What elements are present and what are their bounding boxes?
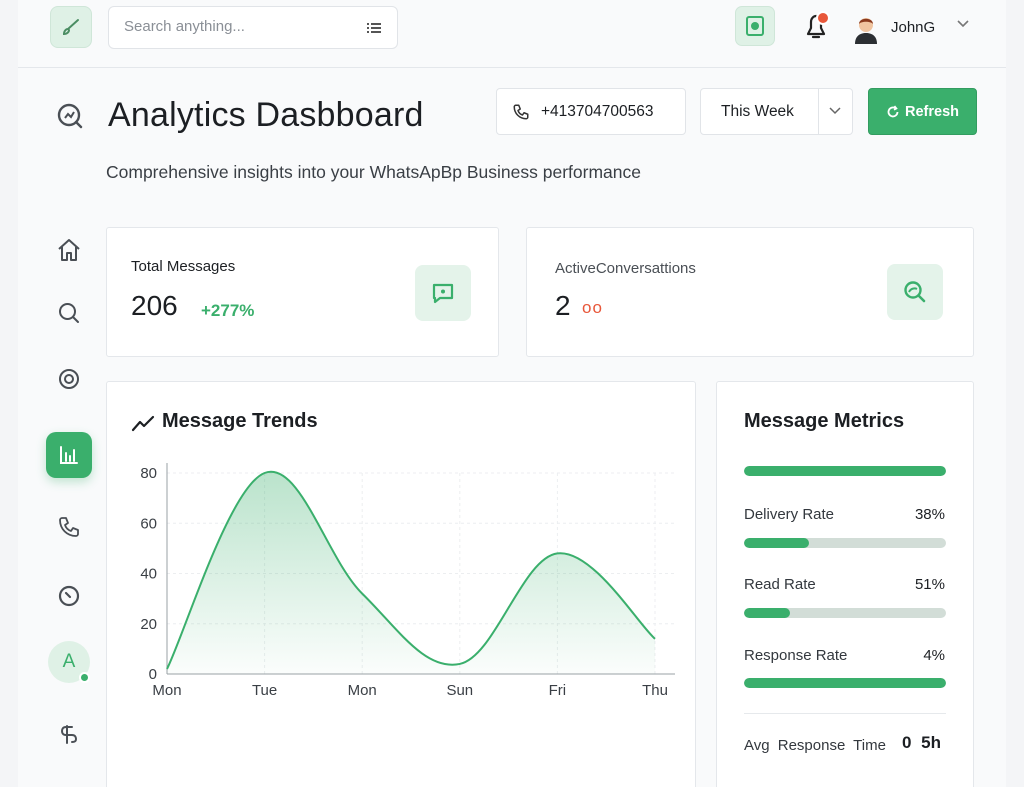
metric-label: Response Rate [744, 647, 848, 664]
chart-title: Message Trends [162, 410, 318, 432]
metrics-overview-fill [744, 466, 946, 476]
y-tick-label: 40 [140, 566, 157, 583]
clock-icon [58, 585, 80, 607]
sidebar-item-history[interactable] [46, 573, 92, 619]
sidebar-item-integrations[interactable] [46, 710, 92, 756]
phone-number-selector[interactable]: +413704700563 [496, 88, 686, 135]
delivery-rate-fill [744, 538, 809, 548]
total-messages-card: Total Messages 206 +277% [106, 227, 499, 357]
delivery-rate-bar [744, 538, 946, 548]
sidebar-item-search[interactable] [46, 290, 92, 336]
integrations-icon [60, 725, 78, 744]
sidebar-item-home[interactable] [46, 227, 92, 273]
refresh-label: Refresh [905, 103, 959, 120]
stat-indicator: oo [582, 298, 603, 317]
notification-badge [816, 11, 830, 25]
stat-value: 206 [131, 290, 178, 321]
conversation-icon-box [887, 264, 943, 320]
message-trends-chart: 0 20 40 60 80 Mon Tue Mon Sun Fri Thu [140, 463, 675, 699]
page-subtitle: Comprehensive insights into your WhatsAp… [106, 162, 641, 182]
chart-icon [60, 446, 78, 464]
search-bar[interactable] [108, 6, 398, 49]
chevron-down-icon[interactable] [829, 107, 841, 115]
page-title: Analytics Dasbboard [108, 96, 424, 134]
sidebar-item-analytics[interactable] [46, 432, 92, 478]
avg-response-label: Avg Response Time [744, 737, 886, 754]
response-rate-fill [744, 678, 946, 688]
avg-response-value: 0 5h [902, 733, 942, 752]
metric-value: 4% [923, 647, 945, 664]
metric-value: 38% [914, 506, 945, 523]
x-tick-label: Fri [549, 682, 567, 699]
home-icon [58, 239, 80, 261]
list-icon[interactable] [367, 22, 381, 34]
read-rate-fill [744, 608, 791, 618]
logo-button[interactable] [50, 6, 92, 48]
online-status-dot [79, 672, 90, 683]
y-tick-label: 60 [140, 515, 157, 532]
brush-icon [62, 19, 79, 36]
sidebar-item-calls[interactable] [46, 504, 92, 550]
stat-value: 2 [555, 290, 571, 321]
wallet-button[interactable] [735, 6, 775, 46]
refresh-button[interactable]: Refresh [868, 88, 977, 135]
y-tick-label: 0 [149, 666, 157, 683]
stat-change: +277% [201, 301, 255, 320]
conversation-search-icon [904, 281, 926, 303]
active-conversations-card: ActiveConversattions 2 oo [526, 227, 974, 357]
x-tick-label: Thu [642, 682, 668, 699]
stat-label: ActiveConversattions [555, 260, 696, 277]
metrics-overview-bar [744, 466, 946, 476]
chevron-down-icon[interactable] [956, 19, 970, 29]
message-icon [432, 283, 454, 304]
message-icon-box [415, 265, 471, 321]
username[interactable]: JohnG [891, 19, 935, 36]
search-input[interactable] [124, 18, 354, 35]
refresh-icon [887, 105, 899, 117]
metric-label: Delivery Rate [744, 506, 835, 523]
select-divider [818, 89, 819, 134]
x-tick-label: Mon [348, 682, 377, 699]
analytics-icon [57, 103, 83, 129]
radar-icon [59, 369, 79, 389]
read-rate-bar [744, 608, 946, 618]
metric-value: 51% [914, 576, 945, 593]
phone-icon [513, 104, 529, 120]
wallet-icon [746, 16, 764, 36]
metric-label: Read Rate [744, 576, 816, 593]
phone-number: +413704700563 [541, 103, 654, 120]
phone-icon [59, 517, 79, 537]
stat-label: Total Messages [131, 258, 236, 275]
x-tick-label: Sun [446, 682, 473, 699]
trend-line-icon [131, 415, 155, 432]
metrics-title: Message Metrics [744, 410, 905, 432]
y-tick-label: 20 [140, 616, 157, 633]
response-rate-bar [744, 678, 946, 688]
user-avatar[interactable] [852, 12, 880, 44]
x-tick-label: Tue [252, 682, 277, 699]
x-tick-label: Mon [152, 682, 181, 699]
y-tick-label: 80 [140, 465, 157, 482]
search-icon [59, 303, 79, 323]
period-value: This Week [721, 103, 794, 120]
metrics-divider [744, 713, 946, 714]
sidebar-item-radar[interactable] [46, 356, 92, 402]
period-select[interactable]: This Week [700, 88, 853, 135]
